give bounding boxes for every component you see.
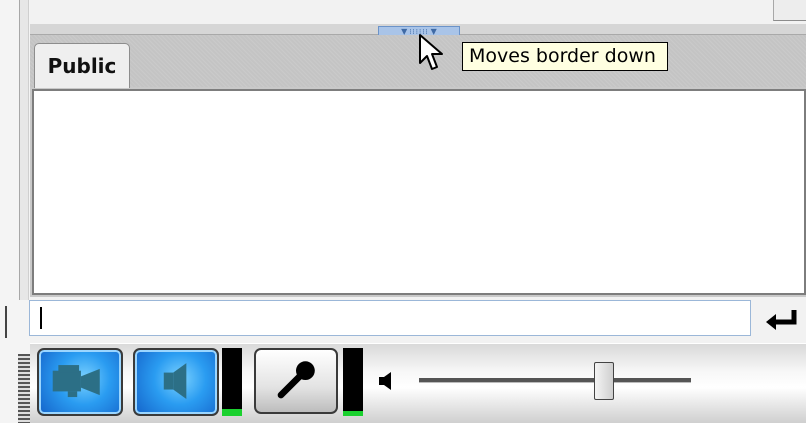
speaker-button[interactable]: [133, 348, 219, 416]
upper-panel: [30, 0, 806, 25]
speaker-level-meter: [222, 348, 242, 416]
message-input[interactable]: [29, 300, 751, 336]
microphone-button[interactable]: [254, 348, 338, 414]
speaker-icon: [163, 363, 187, 399]
chat-message-area[interactable]: [32, 89, 806, 295]
toolbar-resize-handle[interactable]: [18, 354, 30, 423]
splitter-tooltip: Moves border down: [462, 42, 668, 71]
tab-public[interactable]: Public: [34, 43, 130, 88]
left-edge-marker: [5, 306, 7, 338]
camera-button[interactable]: [37, 348, 123, 416]
video-camera-icon: [52, 365, 100, 398]
volume-slider-thumb[interactable]: [593, 362, 614, 400]
mouse-cursor-icon: [419, 34, 443, 70]
enter-arrow-icon: [766, 310, 797, 330]
volume-icon: [379, 372, 391, 390]
send-enter-button[interactable]: [762, 302, 802, 336]
microphone-icon: [277, 361, 315, 399]
text-caret: [40, 307, 42, 329]
microphone-level-meter: [343, 348, 363, 416]
volume-slider-track[interactable]: [419, 378, 691, 383]
scrollbar-corner[interactable]: [773, 0, 806, 21]
